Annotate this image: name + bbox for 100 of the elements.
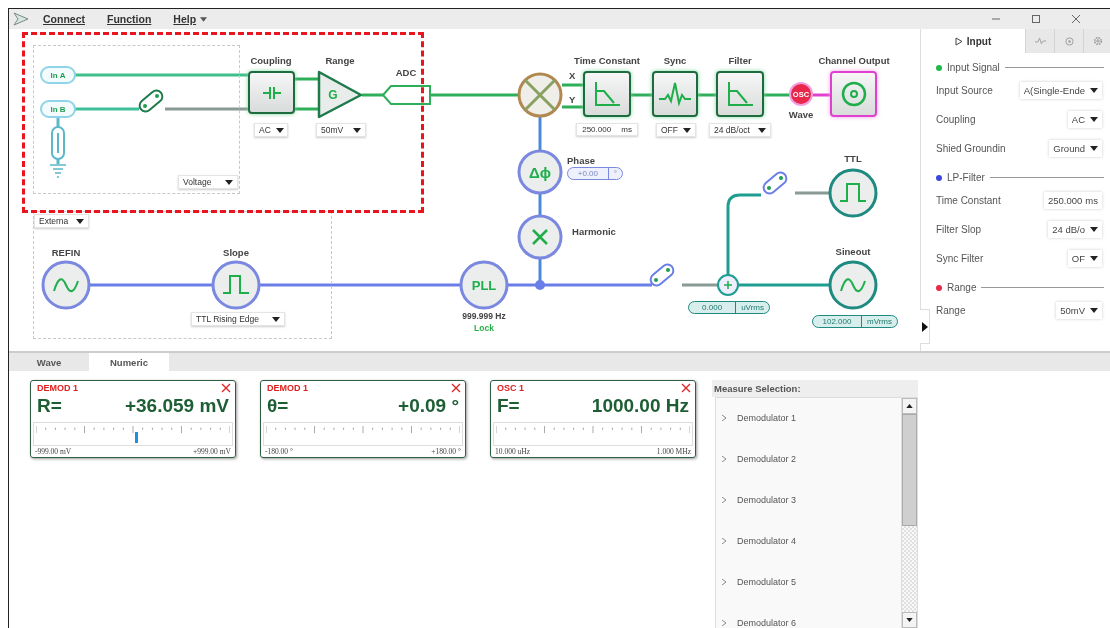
maximize-icon[interactable] — [1031, 14, 1041, 24]
section-title: Range — [947, 282, 977, 293]
view-tab[interactable]: Wave — [9, 353, 89, 371]
caret-icon — [225, 179, 233, 185]
close-icon[interactable] — [681, 383, 691, 393]
menu-item[interactable]: Help — [173, 13, 208, 25]
quantity-symbol: θ= — [267, 395, 289, 417]
dropdown[interactable]: AC — [1067, 111, 1102, 128]
chevron-icon — [722, 537, 726, 544]
dropdown[interactable]: 24 dB/o — [1048, 221, 1102, 238]
value-field[interactable]: 102.000 mVrms — [812, 315, 898, 328]
menu-item[interactable]: Connect — [43, 13, 85, 25]
sine-node-icon[interactable] — [828, 260, 878, 310]
caret-icon — [275, 127, 284, 133]
setting-label: Coupling — [936, 114, 976, 125]
mixer-icon — [517, 72, 563, 118]
lowpass-node-icon[interactable] — [583, 71, 631, 117]
pulse-node-icon[interactable] — [828, 168, 878, 218]
output-label: X — [569, 70, 576, 81]
pulse-node-icon[interactable] — [652, 71, 698, 117]
connector-node-icon[interactable] — [830, 71, 877, 117]
node-title: Channel Output — [818, 55, 890, 66]
value-field[interactable]: 250.000 ms — [576, 123, 638, 136]
dropdown[interactable]: Voltage — [178, 175, 238, 189]
sine-node-icon[interactable] — [41, 260, 91, 310]
reading-value: 1000.00 Hz — [591, 395, 689, 417]
node-title: Range — [325, 55, 355, 66]
capacitor-node-icon[interactable] — [248, 71, 295, 114]
signal-wire — [562, 83, 583, 87]
scrollbar[interactable] — [901, 398, 917, 628]
scroll-down-icon[interactable] — [906, 618, 913, 622]
card-title: DEMOD 1 — [37, 383, 78, 393]
card-title: DEMOD 1 — [267, 383, 308, 393]
value-field[interactable]: 0.000 uVrms — [688, 301, 770, 314]
card-title: OSC 1 — [497, 383, 524, 393]
setting-label: Range — [936, 305, 966, 316]
chevron-icon — [722, 496, 726, 503]
signal-wire — [538, 117, 542, 150]
dropdown[interactable]: AC — [254, 123, 288, 137]
ground-icon — [49, 164, 67, 178]
signal-wire — [795, 191, 829, 195]
section-title: Input Signal — [947, 62, 1000, 73]
pulse-node-icon[interactable] — [211, 260, 261, 310]
signal-wire — [295, 77, 318, 81]
dropdown[interactable]: OFF — [656, 123, 696, 137]
dropdown[interactable]: Externa — [34, 214, 89, 228]
phase-symbol: Δϕ — [529, 163, 551, 181]
signal-wire — [538, 194, 542, 215]
tree-item[interactable]: Demodulator 2 — [722, 453, 901, 464]
node-title: Time Constant — [574, 55, 640, 66]
setting-label: Sync Filter — [936, 253, 984, 264]
tree-item[interactable]: Demodulator 1 — [722, 412, 901, 423]
target-icon — [1064, 36, 1074, 46]
dropdown[interactable]: A(Single-Ende — [1019, 82, 1102, 99]
caret-icon — [1090, 146, 1098, 151]
node-title: Coupling — [250, 55, 292, 66]
menu-item[interactable]: Function — [107, 13, 152, 25]
tree-item[interactable]: Demodulator 6 — [722, 617, 901, 628]
scroll-up-icon[interactable] — [906, 404, 913, 408]
caret-icon — [76, 218, 84, 224]
reading-value: +36.059 mV — [124, 395, 229, 417]
dropdown[interactable]: TTL Rising Edge — [191, 312, 285, 326]
lowpass-node-icon[interactable] — [716, 71, 764, 117]
pll-node[interactable] — [459, 260, 509, 310]
tree-item[interactable]: Demodulator 4 — [722, 535, 901, 546]
triangle-right-icon — [921, 321, 928, 332]
chevron-icon — [722, 578, 726, 585]
adder-icon[interactable] — [717, 274, 739, 296]
multiply-node-icon[interactable] — [517, 214, 563, 260]
caret-icon — [1090, 117, 1098, 122]
osc-badge-icon — [789, 82, 813, 106]
tree-item[interactable]: Demodulator 5 — [722, 576, 901, 587]
adc-icon — [381, 85, 431, 105]
frequency-label: 999.999 Hz — [462, 311, 506, 321]
signal-wire — [75, 107, 139, 111]
dropdown[interactable]: Ground — [1049, 140, 1102, 157]
signal-wire — [362, 93, 383, 97]
reading-value: +0.09 ° — [398, 395, 459, 417]
node-title: TTL — [844, 153, 862, 164]
close-icon[interactable] — [451, 383, 461, 393]
output-label: Y — [569, 94, 576, 105]
expand-handle[interactable] — [920, 309, 930, 344]
node-title: Sync — [663, 55, 687, 66]
view-tab[interactable]: Numeric — [89, 353, 169, 371]
phase-node[interactable] — [517, 149, 563, 195]
tree-item[interactable]: Demodulator 3 — [722, 494, 901, 505]
dropdown[interactable]: 50mV — [1056, 302, 1102, 319]
pll-label: PLL — [471, 277, 497, 293]
caret-icon — [1090, 88, 1098, 93]
dropdown[interactable]: OF — [1067, 250, 1102, 267]
junction-dot — [535, 280, 545, 290]
caret-icon — [353, 127, 361, 133]
chevron-icon — [722, 619, 726, 626]
close-icon[interactable] — [1071, 14, 1081, 24]
close-icon[interactable] — [221, 383, 231, 393]
setting-label: Filter Slop — [936, 224, 981, 235]
input-field[interactable]: 250.000 ms — [1044, 192, 1102, 209]
node-title: Harmonic — [572, 226, 616, 237]
dropdown[interactable]: 24 dB/oct — [709, 123, 771, 137]
dropdown[interactable]: 50mV — [316, 123, 366, 137]
